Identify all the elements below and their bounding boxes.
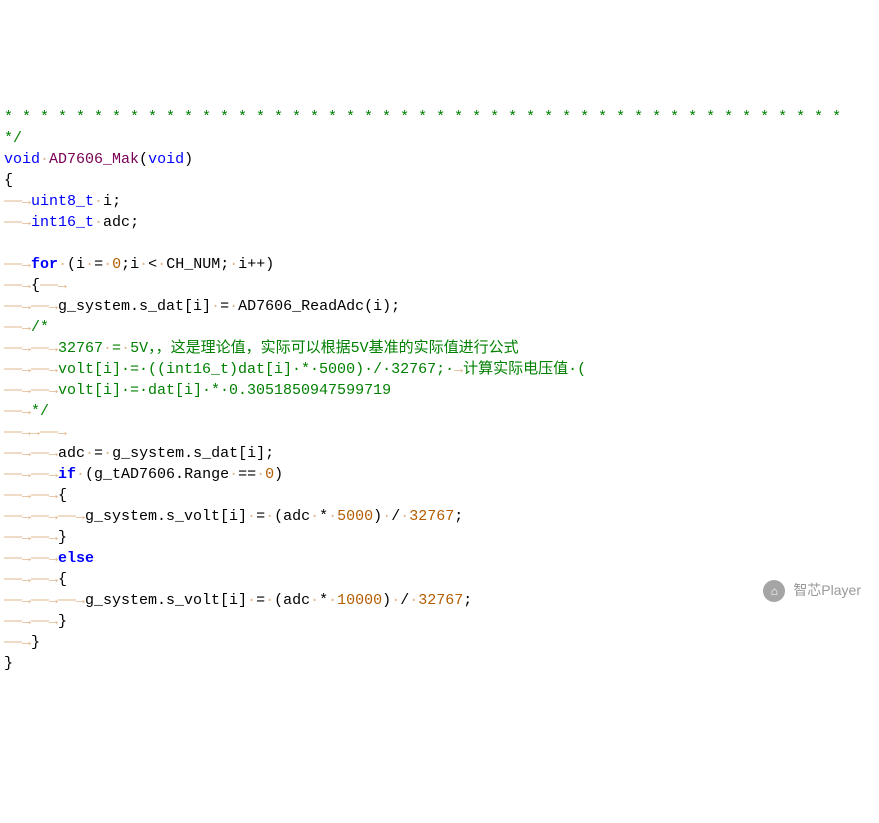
brace-close: } <box>4 655 13 672</box>
call-readadc: AD7606_ReadAdc(i); <box>238 298 400 315</box>
comment-text: 32767·=·5V，，这是理论值，实际可以根据5V基准的实际值进行公式 <box>58 340 519 357</box>
comment-close: */ <box>4 130 22 147</box>
indent: ——→——→ <box>4 529 58 546</box>
code-block: * * * * * * * * * * * * * * * * * * * * … <box>0 84 879 676</box>
for-keyword: for <box>31 256 58 273</box>
brace-open: { <box>4 172 13 189</box>
indent: ——→——→ <box>4 550 58 567</box>
indent: ——→——→ <box>4 382 58 399</box>
indent: ——→——→ <box>4 361 58 378</box>
indent: ——→——→ <box>4 445 58 462</box>
indent: ——→——→ <box>4 298 58 315</box>
indent: ——→→——→ <box>4 424 67 441</box>
indent: ——→——→——→ <box>4 508 85 525</box>
comment-open: /* <box>31 319 49 336</box>
func-signature: void·AD7606_Mak(void) <box>4 151 193 168</box>
indent: ——→——→ <box>4 340 58 357</box>
gsys-volt: g_system.s_volt[i] <box>85 508 247 525</box>
comment-line: * * * * * * * * * * * * * * * * * * * * … <box>4 109 841 126</box>
indent: ——→ <box>4 634 31 651</box>
watermark-text: 智芯Player <box>793 581 861 601</box>
comment-text: volt[i]·=·dat[i]·*·0.3051850947599719 <box>58 382 391 399</box>
comment-text: volt[i]·=·((int16_t)dat[i]·*·5000)·/·327… <box>58 361 586 378</box>
type-uint8: uint8_t <box>31 193 94 210</box>
comment-close: */ <box>31 403 49 420</box>
indent: ——→ <box>4 403 31 420</box>
indent: ——→——→——→ <box>4 592 85 609</box>
indent: ——→ <box>4 193 31 210</box>
var-adc: adc <box>103 214 130 231</box>
var-adc: adc <box>58 445 85 462</box>
var-i: i <box>103 193 112 210</box>
gsys-volt: g_system.s_volt[i] <box>85 592 247 609</box>
watermark-icon: ⌂ <box>763 580 785 602</box>
indent: ——→ <box>4 319 31 336</box>
indent: ——→ <box>4 256 31 273</box>
if-keyword: if <box>58 466 76 483</box>
gsys-dat: g_system.s_dat[i] <box>58 298 211 315</box>
watermark: ⌂ 智芯Player <box>763 580 861 602</box>
indent: ——→——→ <box>4 487 58 504</box>
indent: ——→ <box>4 277 31 294</box>
indent: ——→ <box>4 214 31 231</box>
else-keyword: else <box>58 550 94 567</box>
indent: ——→——→ <box>4 571 58 588</box>
type-int16: int16_t <box>31 214 94 231</box>
indent: ——→——→ <box>4 466 58 483</box>
